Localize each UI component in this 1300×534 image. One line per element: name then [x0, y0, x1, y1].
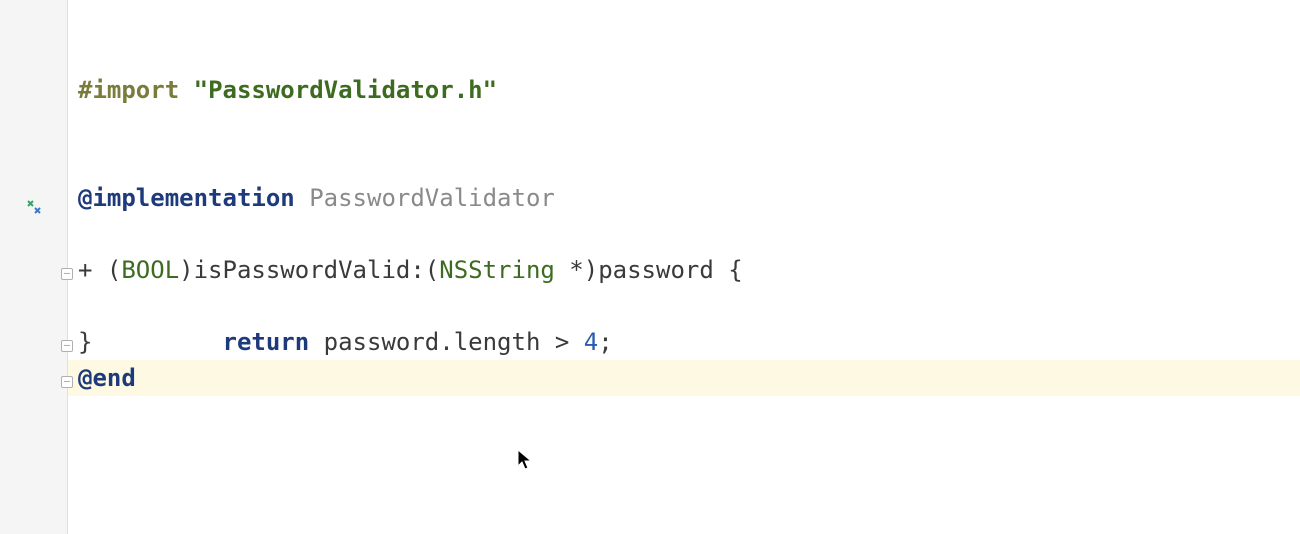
string-quote: ": [194, 76, 208, 104]
blank-line: [78, 36, 1300, 72]
paren: ): [179, 256, 193, 284]
implementation-directive: @implementation: [78, 184, 295, 212]
blank-line: [78, 216, 1300, 252]
code-line: + (BOOL)isPasswordValid:(NSString *)pass…: [78, 252, 1300, 288]
code-line: }: [78, 324, 1300, 360]
end-directive: @end: [78, 364, 136, 392]
method-suffix: *)password {: [555, 256, 743, 284]
blank-line: [78, 108, 1300, 144]
class-name: PasswordValidator: [309, 184, 555, 212]
method-prefix: + (: [78, 256, 121, 284]
gutter-margin: [0, 0, 8, 534]
return-type: BOOL: [121, 256, 179, 284]
code-line: @implementation PasswordValidator: [78, 180, 1300, 216]
string-literal: PasswordValidator.h: [208, 76, 483, 104]
blank-line: [78, 144, 1300, 180]
method-name: isPasswordValid:(: [194, 256, 440, 284]
code-line-highlighted: return password.length > 4;: [78, 288, 1300, 324]
gutter: [8, 0, 68, 534]
code-editor[interactable]: #import "PasswordValidator.h" @implement…: [0, 0, 1300, 534]
closing-brace: }: [78, 328, 92, 356]
code-line: @end: [78, 360, 1300, 396]
blank-line: [78, 0, 1300, 36]
code-line: #import "PasswordValidator.h": [78, 72, 1300, 108]
param-type: NSString: [439, 256, 555, 284]
code-text-area[interactable]: #import "PasswordValidator.h" @implement…: [68, 0, 1300, 534]
override-marker-icon[interactable]: [26, 193, 42, 221]
import-keyword: #import: [78, 76, 179, 104]
string-quote: ": [483, 76, 497, 104]
